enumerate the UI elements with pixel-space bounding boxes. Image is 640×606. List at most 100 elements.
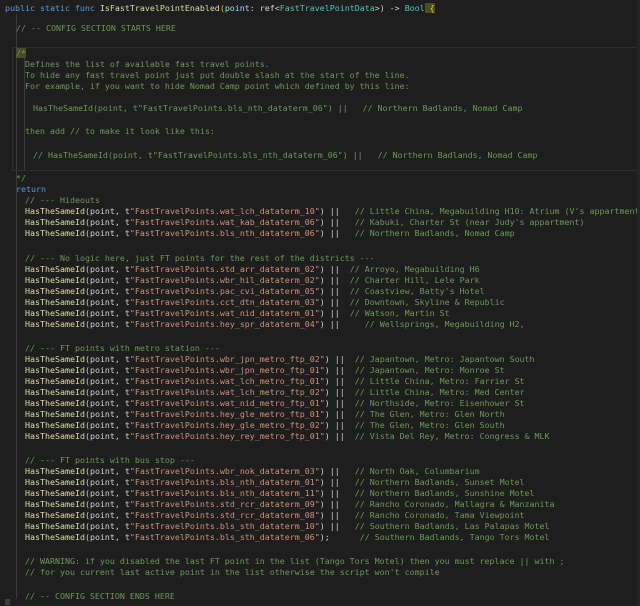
code-line[interactable]: // for you current last active point in …: [25, 567, 440, 578]
code-line[interactable]: then add // to make it look like this:: [25, 126, 215, 137]
code-token: "FastTravelPoints.cct_dtn_dataterm_03": [129, 297, 320, 307]
code-line[interactable]: HasTheSameId(point, t"FastTravelPoints.w…: [25, 387, 525, 398]
code-token: For example, if you want to hide Nomad C…: [25, 81, 410, 91]
code-token: HasTheSameId: [25, 228, 85, 238]
code-line[interactable]: HasTheSameId(point, t"FastTravelPoints.b…: [33, 103, 523, 114]
code-token: "FastTravelPoints.bls_sth_dataterm_06": [129, 532, 320, 542]
code-token: // WARNING: if you disabled the last FT …: [25, 556, 565, 566]
code-line[interactable]: HasTheSameId(point, t"FastTravelPoints.s…: [25, 510, 525, 521]
code-token: (point, t: [84, 308, 130, 318]
code-token: // -- CONFIG SECTION STARTS HERE: [16, 23, 176, 33]
code-token: "FastTravelPoints.bls_sth_dataterm_10": [129, 521, 320, 531]
code-line[interactable]: HasTheSameId(point, t"FastTravelPoints.w…: [25, 206, 640, 217]
code-line[interactable]: To hide any fast travel point just put d…: [25, 70, 410, 81]
code-line[interactable]: // WARNING: if you disabled the last FT …: [25, 556, 564, 567]
code-line[interactable]: HasTheSameId(point, t"FastTravelPoints.w…: [25, 275, 480, 286]
code-line[interactable]: HasTheSameId(point, t"FastTravelPoints.w…: [25, 466, 480, 477]
code-line[interactable]: HasTheSameId(point, t"FastTravelPoints.w…: [25, 217, 585, 228]
code-token: ) ||: [319, 297, 350, 307]
code-line[interactable]: HasTheSameId(point, t"FastTravelPoints.s…: [25, 264, 480, 275]
code-line[interactable]: HasTheSameId(point, t"FastTravelPoints.w…: [25, 398, 525, 409]
code-line[interactable]: HasTheSameId(point, t"FastTravelPoints.h…: [25, 409, 505, 420]
code-line[interactable]: HasTheSameId(point, t"FastTravelPoints.s…: [25, 499, 555, 510]
code-token: HasTheSameId: [25, 387, 85, 397]
code-token: ) ||: [324, 420, 355, 430]
code-line[interactable]: // HasTheSameId(point, t"FastTravelPoint…: [33, 150, 538, 161]
code-line[interactable]: HasTheSameId(point, t"FastTravelPoints.w…: [25, 354, 535, 365]
code-line[interactable]: public static func IsFastTravelPointEnab…: [5, 3, 435, 14]
code-token: (point, t: [84, 532, 130, 542]
code-token: // -- CONFIG SECTION ENDS HERE: [25, 591, 175, 601]
code-token: (point, t: [84, 488, 130, 498]
code-line[interactable]: HasTheSameId(point, t"FastTravelPoints.h…: [25, 319, 525, 330]
code-token: ) ||: [319, 217, 355, 227]
code-line[interactable]: /*: [16, 48, 26, 59]
code-token: (point, t: [84, 521, 130, 531]
code-token: HasTheSameId: [25, 420, 85, 430]
code-line[interactable]: HasTheSameId(point, t"FastTravelPoints.c…: [25, 297, 505, 308]
code-line[interactable]: // --- No logic here, just FT points for…: [25, 253, 375, 264]
code-token: HasTheSameId: [25, 521, 85, 531]
code-line[interactable]: HasTheSameId(point, t"FastTravelPoints.w…: [25, 376, 525, 387]
code-token: ) ||: [324, 387, 355, 397]
code-token: ) ||: [319, 477, 355, 487]
code-token: HasTheSameId: [25, 308, 85, 318]
code-token: "FastTravelPoints.hey_gle_metro_ftp_01": [129, 409, 325, 419]
code-token: "FastTravelPoints.wat_lch_metro_ftp_02": [129, 387, 325, 397]
code-token: ) ||: [319, 286, 350, 296]
code-token: HasTheSameId: [25, 275, 85, 285]
code-line[interactable]: HasTheSameId(point, t"FastTravelPoints.w…: [25, 365, 505, 376]
code-line[interactable]: */: [16, 173, 26, 184]
code-token: "FastTravelPoints.hey_gle_metro_ftp_02": [129, 420, 325, 430]
code-token: // Kabuki, Charter St (near Judy's appar…: [354, 217, 585, 227]
code-token: "FastTravelPoints.std_rcr_dataterm_08": [129, 510, 320, 520]
code-token: (point, t: [84, 420, 130, 430]
code-token: "FastTravelPoints.hey_rey_metro_ftp_01": [129, 431, 325, 441]
code-line[interactable]: HasTheSameId(point, t"FastTravelPoints.b…: [25, 228, 515, 239]
code-line[interactable]: HasTheSameId(point, t"FastTravelPoints.p…: [25, 286, 485, 297]
code-line[interactable]: // --- FT points with bus stop ---: [25, 455, 195, 466]
code-line[interactable]: // -- CONFIG SECTION STARTS HERE: [16, 23, 176, 34]
code-token: "FastTravelPoints.wbr_jpn_metro_ftp_01": [129, 365, 325, 375]
code-token: // Little China, Metro: Farrier St: [354, 376, 525, 386]
code-line[interactable]: HasTheSameId(point, t"FastTravelPoints.h…: [25, 420, 505, 431]
code-token: ) ||: [319, 488, 355, 498]
code-line[interactable]: // --- Hideouts: [25, 195, 100, 206]
code-token: // Little China, Metro: Med Center: [354, 387, 525, 397]
code-token: (point, t: [84, 466, 130, 476]
code-line[interactable]: HasTheSameId(point, t"FastTravelPoints.w…: [25, 308, 450, 319]
code-token: ) ||: [324, 398, 355, 408]
text-cursor: [5, 599, 10, 605]
code-token: "FastTravelPoints.wat_nid_metro_ftp_01": [129, 398, 325, 408]
code-token: // Japantown, Metro: Japantown South: [354, 354, 535, 364]
code-line[interactable]: For example, if you want to hide Nomad C…: [25, 81, 410, 92]
code-token: */: [16, 173, 26, 183]
code-token: IsFastTravelPointEnabled: [99, 3, 220, 13]
code-token: ) ||: [319, 319, 365, 329]
code-token: HasTheSameId: [25, 376, 85, 386]
code-token: HasTheSameId: [25, 431, 85, 441]
code-token: HasTheSameId: [25, 264, 85, 274]
code-line[interactable]: return: [16, 184, 46, 195]
code-token: To hide any fast travel point just put d…: [25, 70, 410, 80]
code-token: (point, t: [84, 275, 130, 285]
code-token: (point, t: [84, 286, 130, 296]
code-token: HasTheSameId: [25, 409, 85, 419]
code-line[interactable]: HasTheSameId(point, t"FastTravelPoints.b…: [25, 477, 525, 488]
code-token: return: [16, 184, 46, 194]
code-line[interactable]: HasTheSameId(point, t"FastTravelPoints.b…: [25, 488, 535, 499]
code-line[interactable]: HasTheSameId(point, t"FastTravelPoints.b…: [25, 532, 550, 543]
code-token: ) ||: [319, 466, 355, 476]
code-line[interactable]: // -- CONFIG SECTION ENDS HERE: [25, 591, 175, 602]
code-token: HasTheSameId: [25, 510, 85, 520]
code-line[interactable]: // --- FT points with metro station ---: [25, 343, 220, 354]
code-line[interactable]: HasTheSameId(point, t"FastTravelPoints.h…: [25, 431, 550, 442]
code-line[interactable]: HasTheSameId(point, t"FastTravelPoints.b…: [25, 521, 550, 532]
code-token: HasTheSameId: [25, 466, 85, 476]
code-token: ) ||: [324, 365, 355, 375]
code-token: "FastTravelPoints.wat_lch_dataterm_10": [129, 206, 320, 216]
code-line[interactable]: Defines the list of available fast trave…: [25, 59, 270, 70]
code-token: public static func: [5, 3, 100, 13]
code-token: HasTheSameId: [25, 206, 85, 216]
code-editor[interactable]: public static func IsFastTravelPointEnab…: [0, 0, 640, 606]
